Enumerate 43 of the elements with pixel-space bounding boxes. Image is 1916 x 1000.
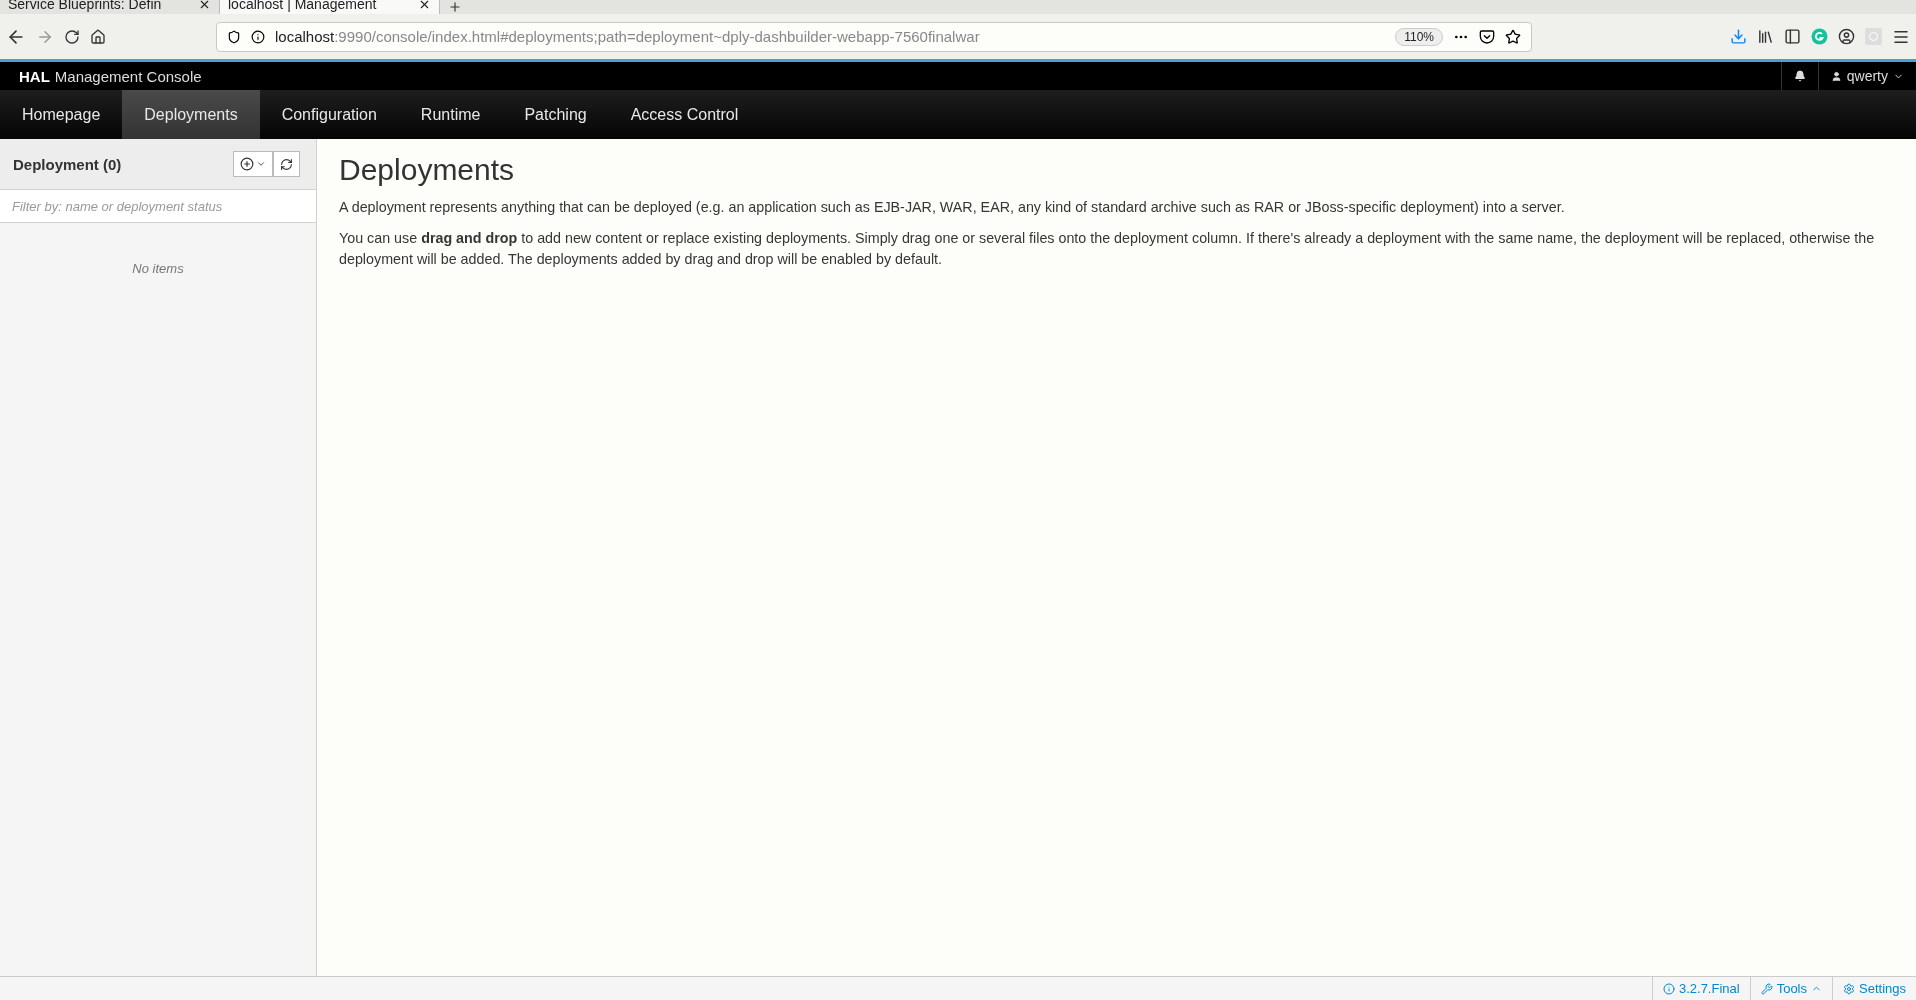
version-button[interactable]: 3.2.7.Final [1651,977,1750,1000]
close-icon[interactable] [418,0,431,11]
new-tab-icon[interactable] [448,0,462,14]
shield-icon [227,29,241,44]
zoom-level[interactable]: 110% [1395,27,1443,46]
tools-button[interactable]: Tools [1749,977,1832,1000]
filter-field[interactable]: Filter by: name or deployment status [0,190,316,223]
user-icon [1830,70,1842,82]
download-icon[interactable] [1730,28,1747,45]
info-icon [251,29,265,44]
nav-tab[interactable]: Configuration [259,90,399,139]
settings-icon [1843,982,1855,995]
sidebar-icon[interactable] [1784,28,1801,45]
nav-tab[interactable]: Deployments [122,90,260,139]
app-title: Management Console [54,67,202,85]
brand-name: HAL [19,67,50,85]
close-icon[interactable] [198,0,211,11]
info-icon [1662,982,1675,995]
add-dropdown-button[interactable] [233,151,273,177]
caret-icon [256,159,266,169]
column-title: Deployment (0) [13,155,122,173]
bookmark-star-icon[interactable] [1505,28,1521,45]
account-icon[interactable] [1838,28,1855,45]
nav-tab[interactable]: Runtime [398,90,503,139]
refresh-icon [280,157,293,171]
empty-message: No items [131,261,185,276]
library-icon[interactable] [1757,28,1774,45]
url-text: localhost:9990/console/index.html#deployments;path=deployment~dply-dashbuilder-webapp-7560finalwar [275,28,981,45]
address-bar[interactable]: localhost:9990/console/index.html#deployments;path=deployment~dply-dashbuilder-webapp-7560finalwar 110% [216,21,1532,52]
bell-icon [1793,70,1806,82]
reload-icon[interactable] [64,28,80,45]
page-title: Deployments [339,153,516,187]
description-text: A deployment represents anything that can be deployed (e.g. an application such as EJB-JAR, WAR, EAR, any kind of standard archive such as RAR or JBoss-specific deployment) into a server. [339,198,1566,217]
add-icon [240,157,254,171]
pocket-icon[interactable] [1479,28,1495,45]
wrench-icon [1760,982,1773,995]
description-text: You can use drag and drop to add new content or replace existing deployments. Simply drag one or several files onto the deployment column. If there's already a deployment with the same name, the deployment will be replaced, otherwise the deployment will be added. The deployments added by drag and drop will be enabled by default. [339,229,1876,269]
nav-tab[interactable]: Access Control [608,90,761,139]
settings-button[interactable]: Settings [1832,977,1916,1000]
home-icon[interactable] [90,28,106,45]
nav-tab[interactable]: Homepage [0,90,123,139]
nav-tab[interactable]: Patching [502,90,609,139]
refresh-button[interactable] [273,151,300,177]
